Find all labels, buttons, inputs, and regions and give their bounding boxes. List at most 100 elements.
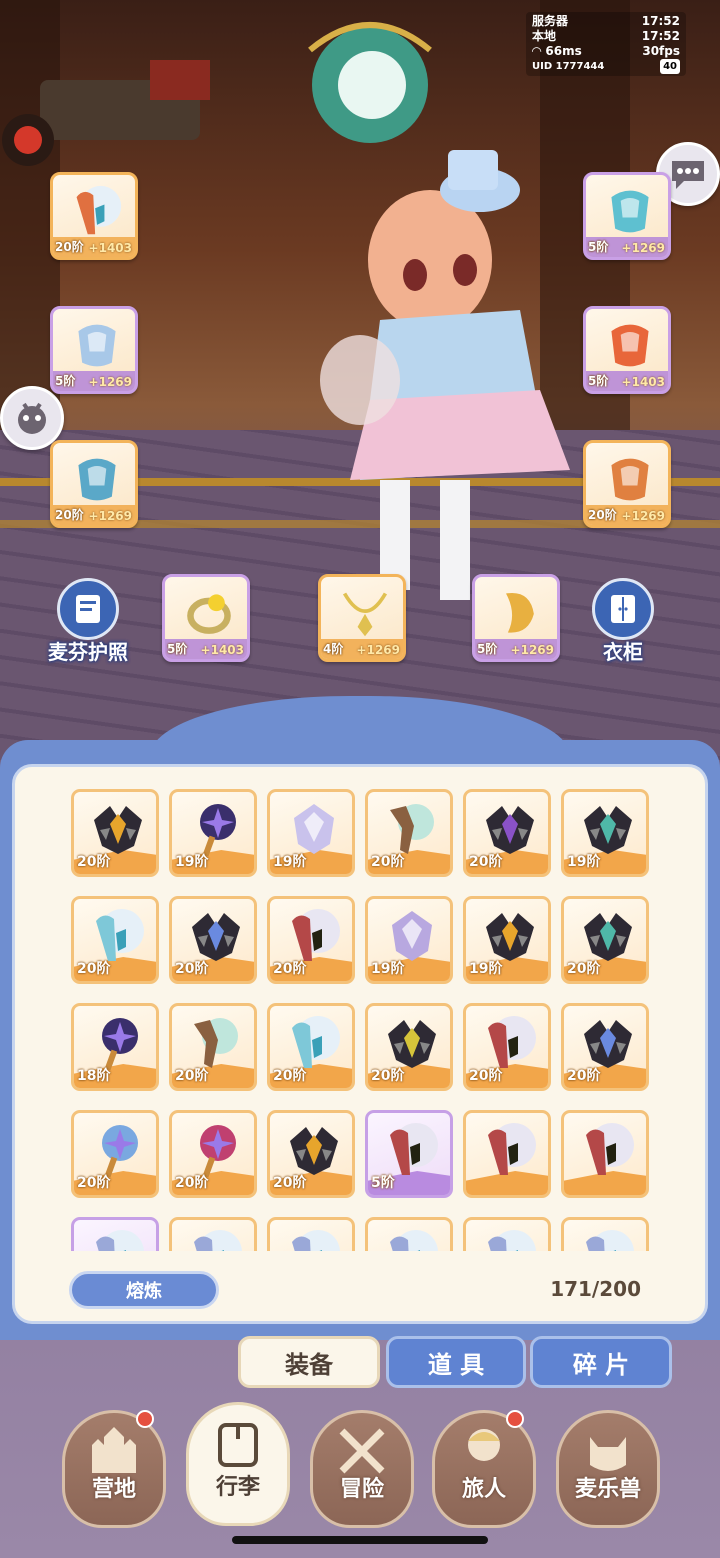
equip-slot[interactable]: 20阶 +1269 (50, 440, 138, 528)
notification-badge (506, 1410, 524, 1428)
item-level: 20阶 (567, 961, 601, 977)
inventory-item[interactable] (561, 1217, 649, 1251)
equip-slot[interactable]: 20阶 +1269 (583, 440, 671, 528)
local-time: 17:52 (641, 29, 680, 43)
item-level: 19阶 (567, 854, 601, 870)
inventory-item[interactable]: 20阶 (267, 1003, 355, 1091)
item-level: 20阶 (175, 1068, 209, 1084)
inventory-item[interactable]: 20阶 (71, 789, 159, 877)
inventory-item[interactable] (463, 1217, 551, 1251)
network-status-panel: 服务器 17:52 本地 17:52 ◠ 66ms 30fps UID 1777444… (526, 12, 686, 76)
tab-items[interactable]: 道 具 (386, 1336, 526, 1388)
inventory-item[interactable]: 19阶 (267, 789, 355, 877)
inventory-item[interactable] (463, 1110, 551, 1198)
item-level: 19阶 (175, 854, 209, 870)
item-level: 19阶 (469, 961, 503, 977)
wardrobe-icon (611, 595, 635, 623)
nav-label: 行李 (215, 1475, 260, 1500)
wardrobe-label: 衣柜 (603, 640, 643, 664)
item-level: 19阶 (273, 854, 307, 870)
inventory-item[interactable]: 20阶 (463, 789, 551, 877)
smelt-button[interactable]: 熔炼 (69, 1271, 219, 1309)
battery-icon: 40 (660, 59, 680, 74)
inventory-item[interactable]: 20阶 (71, 896, 159, 984)
passport-button[interactable]: 麦芬护照 (48, 578, 128, 665)
item-level: 20阶 (77, 854, 111, 870)
equip-bonus: +1403 (88, 241, 132, 255)
equip-slot[interactable]: 5阶 +1403 (583, 306, 671, 394)
nav-cat-pet[interactable]: 麦乐兽 (556, 1410, 660, 1528)
nav-label: 营地 (91, 1477, 136, 1502)
fps-value: 30fps (642, 44, 680, 58)
item-level: 20阶 (175, 961, 209, 977)
equip-level: 20阶 (55, 240, 84, 254)
tab-label: 碎 片 (572, 1350, 630, 1379)
equip-slot[interactable]: 5阶 +1403 (162, 574, 250, 662)
inventory-item[interactable]: 5阶 (365, 1110, 453, 1198)
inventory-item[interactable]: 19阶 (365, 896, 453, 984)
nav-label: 旅人 (461, 1477, 506, 1502)
item-level: 20阶 (371, 1068, 405, 1084)
item-level: 20阶 (77, 961, 111, 977)
inventory-inner: 20阶 19阶 19阶 20阶 20阶 19阶 20阶 20阶 20阶 19阶 19阶 20阶 18阶 2… (12, 764, 708, 1324)
wardrobe-button[interactable]: 衣柜 (592, 578, 654, 665)
equip-level: 20阶 (55, 508, 84, 522)
floating-orb-decoration (308, 22, 432, 143)
nav-label: 冒险 (339, 1477, 384, 1502)
inventory-item[interactable] (365, 1217, 453, 1251)
inventory-item[interactable]: 20阶 (267, 1110, 355, 1198)
cannon-decoration (2, 60, 210, 166)
equip-bonus: +1403 (621, 375, 665, 389)
inventory-item[interactable]: 20阶 (463, 1003, 551, 1091)
inventory-item[interactable]: 20阶 (365, 789, 453, 877)
item-level: 20阶 (273, 1068, 307, 1084)
item-level: 5阶 (371, 1175, 395, 1191)
inventory-item[interactable]: 19阶 (169, 789, 257, 877)
passport-book-icon (76, 595, 100, 623)
equip-slot[interactable]: 5阶 +1269 (472, 574, 560, 662)
inventory-item[interactable] (169, 1217, 257, 1251)
inventory-item[interactable]: 20阶 (561, 896, 649, 984)
equip-slot[interactable]: 4阶 +1269 (318, 574, 406, 662)
inventory-item[interactable] (561, 1110, 649, 1198)
inventory-item[interactable]: 20阶 (561, 1003, 649, 1091)
inventory-item[interactable]: 19阶 (561, 789, 649, 877)
tab-fragments[interactable]: 碎 片 (530, 1336, 672, 1388)
inventory-item[interactable]: 20阶 (71, 1110, 159, 1198)
equip-bonus: +1403 (200, 643, 244, 657)
inventory-grid[interactable]: 20阶 19阶 19阶 20阶 20阶 19阶 20阶 20阶 20阶 19阶 19阶 20阶 18阶 2… (71, 789, 661, 1251)
backpack-icon (218, 1423, 258, 1467)
inventory-item[interactable]: 20阶 (169, 1110, 257, 1198)
equip-level: 5阶 (588, 374, 609, 388)
inventory-item[interactable]: 20阶 (267, 896, 355, 984)
local-label: 本地 (532, 29, 557, 43)
inventory-item[interactable]: 20阶 (169, 1003, 257, 1091)
equip-level: 4阶 (323, 642, 344, 656)
equip-bonus: +1269 (621, 509, 665, 523)
cat-pet-icon (590, 1437, 626, 1471)
equip-slot[interactable]: 5阶 +1269 (50, 306, 138, 394)
inventory-item[interactable]: 18阶 (71, 1003, 159, 1091)
equip-bonus: +1269 (356, 643, 400, 657)
equip-slot[interactable]: 20阶 +1403 (50, 172, 138, 260)
nav-crossed-swords[interactable]: 冒险 (310, 1410, 414, 1528)
equip-level: 5阶 (588, 240, 609, 254)
equip-slot[interactable]: 5阶 +1269 (583, 172, 671, 260)
inventory-item[interactable]: 20阶 (365, 1003, 453, 1091)
tab-label: 道 具 (427, 1350, 485, 1379)
passport-label: 麦芬护照 (48, 640, 128, 664)
nav-castle[interactable]: 营地 (62, 1410, 166, 1528)
ping-value: 66ms (545, 44, 582, 58)
nav-traveler[interactable]: 旅人 (432, 1410, 536, 1528)
inventory-item[interactable]: 20阶 (169, 896, 257, 984)
server-label: 服务器 (532, 14, 569, 28)
inventory-panel: 20阶 19阶 19阶 20阶 20阶 19阶 20阶 20阶 20阶 19阶 19阶 20阶 18阶 2… (0, 696, 720, 1340)
inventory-item[interactable] (267, 1217, 355, 1251)
inventory-item[interactable]: 19阶 (463, 896, 551, 984)
item-level: 20阶 (175, 1175, 209, 1191)
inventory-item[interactable] (71, 1217, 159, 1251)
equip-bonus: +1269 (510, 643, 554, 657)
tab-label: 装备 (285, 1350, 333, 1379)
nav-backpack[interactable]: 行李 (186, 1402, 290, 1526)
tab-equipment[interactable]: 装备 (238, 1336, 380, 1388)
